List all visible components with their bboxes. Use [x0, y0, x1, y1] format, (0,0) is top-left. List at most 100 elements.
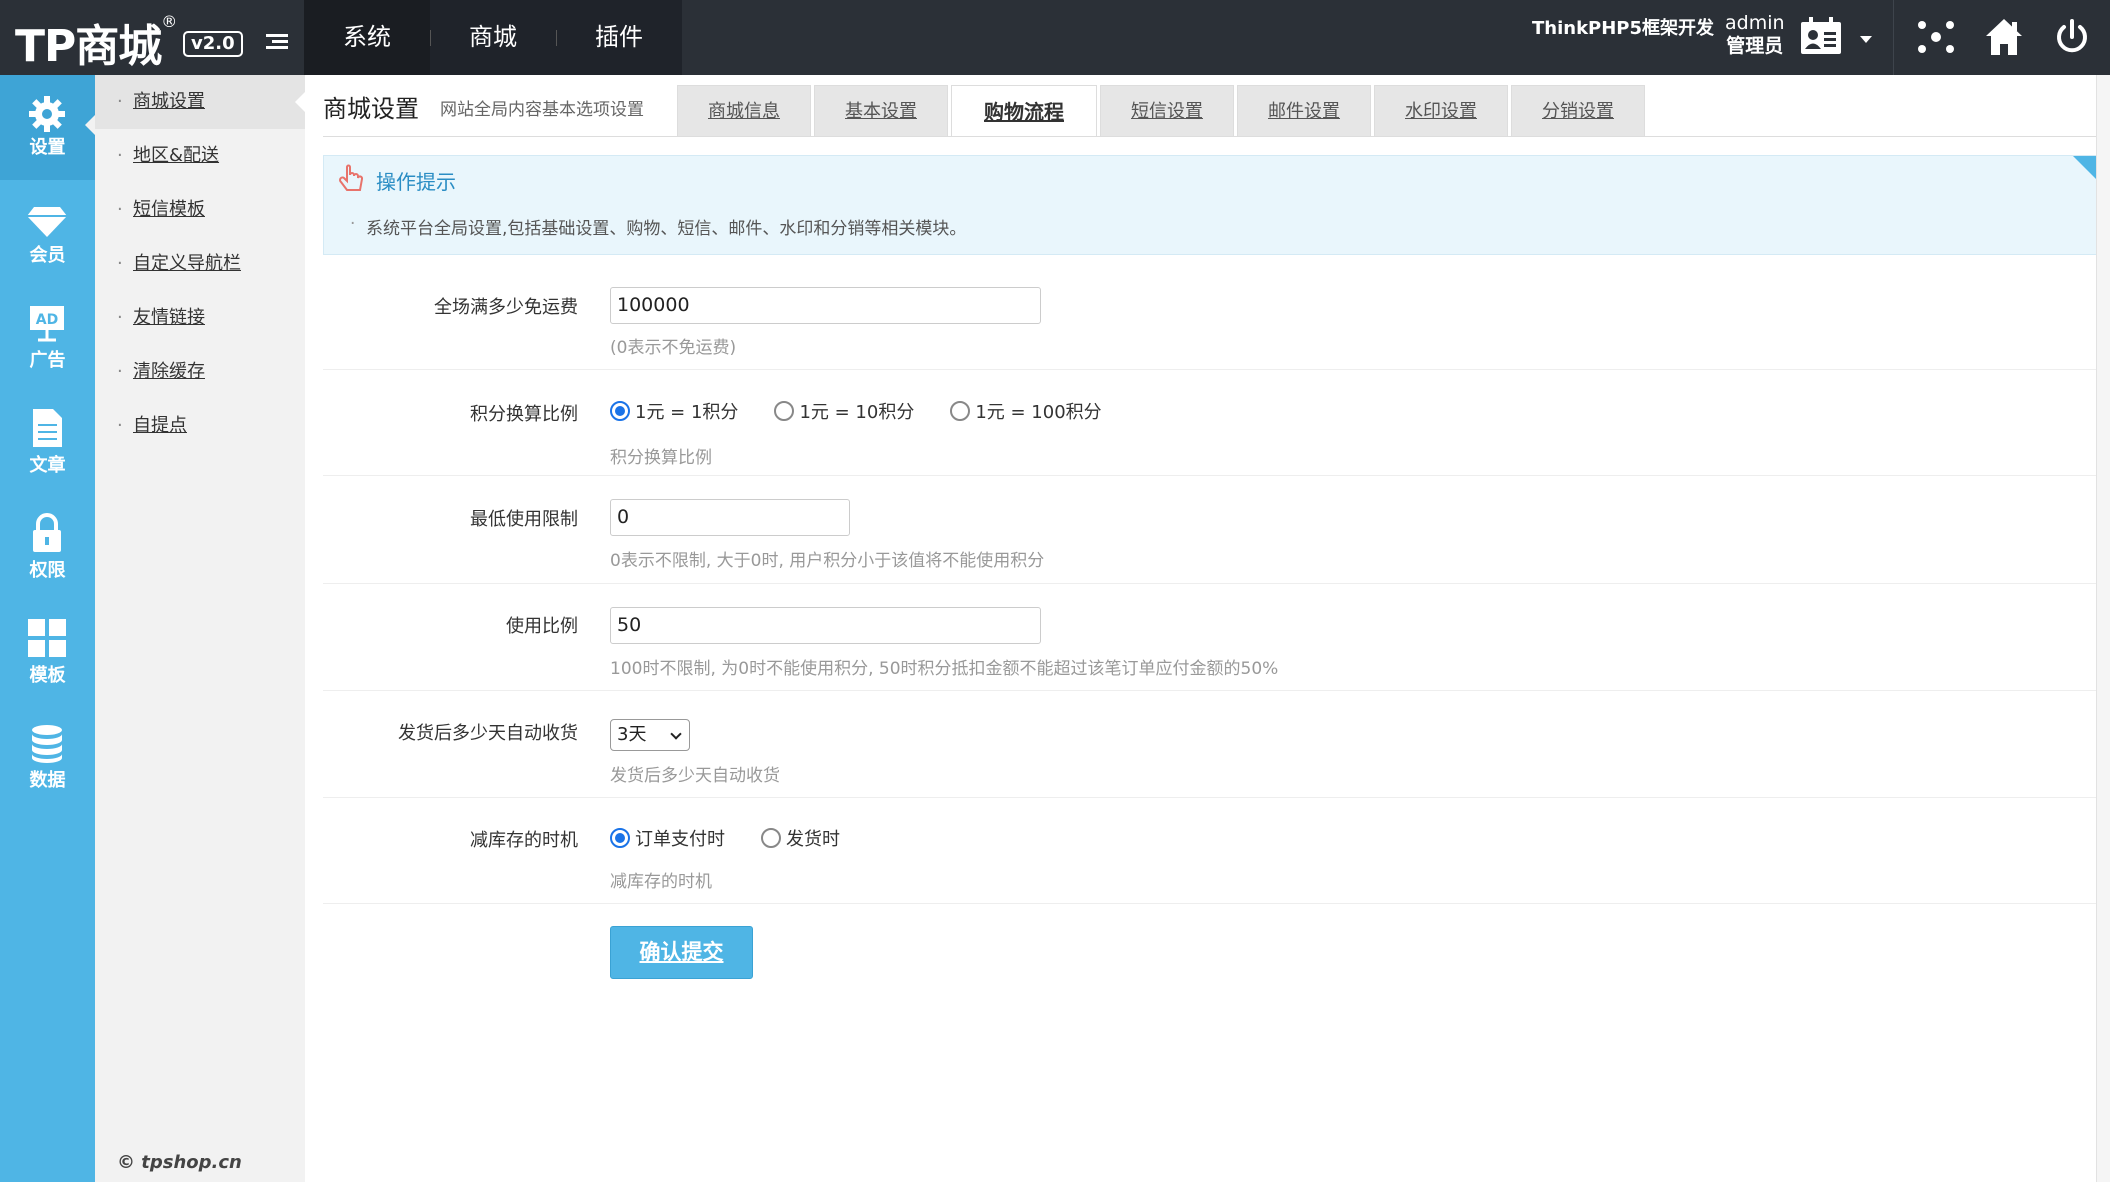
chevron-down-icon[interactable]	[1860, 36, 1872, 43]
submenu-item-pickup-points[interactable]: 自提点	[95, 399, 305, 453]
version-badge: v2.0	[183, 31, 243, 57]
stock-timing-options: 订单支付时 发货时	[610, 825, 876, 851]
points-ratio-label: 积分换算比例	[470, 404, 578, 425]
diamond-icon	[27, 207, 67, 237]
svg-text:AD: AD	[36, 312, 58, 328]
free-shipping-hint: (0表示不免运费)	[610, 338, 737, 358]
sidebar-label: 权限	[29, 560, 66, 581]
sidebar-label: 模板	[29, 665, 66, 686]
id-card-icon[interactable]	[1800, 17, 1842, 55]
auto-receive-value: 3天	[617, 724, 647, 745]
sub-menu: 商城设置 地区&配送 短信模板 自定义导航栏 友情链接 清除缓存 自提点 © t…	[95, 75, 305, 1182]
sidebar-item-members[interactable]: 会员	[0, 197, 95, 297]
hand-pointer-icon	[339, 164, 364, 191]
auto-receive-label: 发货后多少天自动收货	[398, 723, 578, 744]
main-content: 商城设置 网站全局内容基本选项设置 商城信息 基本设置 购物流程 短信设置 邮件…	[305, 75, 2110, 1182]
tab-shop-info[interactable]: 商城信息	[677, 85, 811, 137]
radio-label: 1元 = 100积分	[975, 402, 1102, 423]
sidebar-item-data[interactable]: 数据	[0, 722, 95, 822]
use-ratio-input[interactable]: 50	[610, 607, 1041, 644]
radio-label: 1元 = 10积分	[799, 402, 915, 423]
submenu-item-sms-templates[interactable]: 短信模板	[95, 183, 305, 237]
framework-label: ThinkPHP5框架开发	[1532, 18, 1715, 39]
menu-toggle-icon[interactable]	[266, 34, 288, 50]
sidebar-label: 数据	[29, 770, 66, 791]
points-ratio-option-10[interactable]: 1元 = 10积分	[774, 398, 914, 424]
sidebar-label: 设置	[29, 137, 66, 158]
logo[interactable]: TP商城®	[15, 10, 177, 74]
tab-email-settings[interactable]: 邮件设置	[1237, 85, 1371, 137]
home-icon[interactable]	[1982, 15, 2026, 59]
logo-area: TP商城® v2.0	[0, 0, 304, 75]
radio-icon	[950, 401, 971, 421]
sidebar-item-ads[interactable]: AD 广告	[0, 302, 95, 402]
tips-title: 操作提示	[376, 170, 456, 194]
top-nav-plugins[interactable]: 插件	[556, 0, 682, 75]
settings-tabs: 商城信息 基本设置 购物流程 短信设置 邮件设置 水印设置 分销设置	[677, 85, 1648, 137]
form-row-free-shipping: 全场满多少免运费 100000 (0表示不免运费)	[323, 265, 2100, 370]
form-row-points-ratio: 积分换算比例 1元 = 1积分 1元 = 10积分 1元 = 100积分 积分换…	[323, 370, 2100, 476]
sidebar-label: 文章	[29, 455, 66, 476]
min-use-hint: 0表示不限制, 大于0时, 用户积分小于该值将不能使用积分	[610, 551, 1045, 571]
submenu-item-friend-links[interactable]: 友情链接	[95, 291, 305, 345]
sidebar-item-permissions[interactable]: 权限	[0, 512, 95, 612]
top-nav-system[interactable]: 系统	[304, 0, 430, 75]
use-ratio-hint: 100时不限制, 为0时不能使用积分, 50时积分抵扣金额不能超过该笔订单应付金…	[610, 659, 1279, 679]
submit-button[interactable]: 确认提交	[610, 926, 753, 979]
submenu-item-region-shipping[interactable]: 地区&配送	[95, 129, 305, 183]
submenu-item-clear-cache[interactable]: 清除缓存	[95, 345, 305, 399]
page-subtitle: 网站全局内容基本选项设置	[440, 100, 644, 120]
sidebar-item-settings[interactable]: 设置	[0, 75, 95, 180]
points-ratio-option-1[interactable]: 1元 = 1积分	[610, 398, 738, 424]
sitemap-icon[interactable]	[1914, 15, 1958, 59]
divider	[1893, 0, 1894, 75]
page-title: 商城设置	[323, 95, 419, 123]
form-row-stock-timing: 减库存的时机 订单支付时 发货时 减库存的时机	[323, 798, 2100, 904]
min-use-input[interactable]: 0	[610, 499, 850, 536]
submenu-item-shop-settings[interactable]: 商城设置	[95, 75, 305, 129]
tips-panel: 操作提示 系统平台全局设置,包括基础设置、购物、短信、邮件、水印和分销等相关模块…	[323, 155, 2100, 255]
min-use-label: 最低使用限制	[470, 509, 578, 530]
auto-receive-select[interactable]: 3天	[610, 719, 690, 751]
lock-icon	[33, 513, 61, 552]
copyright: © tpshop.cn	[117, 1152, 242, 1173]
stock-timing-option-shipment[interactable]: 发货时	[761, 825, 840, 851]
user-name: admin	[1725, 12, 1785, 34]
tab-sms-settings[interactable]: 短信设置	[1100, 85, 1234, 137]
document-icon	[33, 409, 62, 447]
user-role: 管理员	[1726, 35, 1784, 57]
auto-receive-hint: 发货后多少天自动收货	[610, 766, 780, 786]
radio-icon	[774, 401, 795, 421]
radio-label: 发货时	[786, 829, 840, 850]
sidebar-item-templates[interactable]: 模板	[0, 617, 95, 717]
free-shipping-input[interactable]: 100000	[610, 287, 1041, 324]
form-row-auto-receive: 发货后多少天自动收货 3天 发货后多少天自动收货	[323, 691, 2100, 798]
stock-timing-label: 减库存的时机	[470, 830, 578, 851]
use-ratio-label: 使用比例	[506, 616, 578, 637]
submenu-item-custom-nav[interactable]: 自定义导航栏	[95, 237, 305, 291]
sidebar-label: 广告	[29, 350, 66, 371]
tab-basic-settings[interactable]: 基本设置	[814, 85, 948, 137]
chevron-down-icon	[670, 728, 682, 740]
form-row-use-ratio: 使用比例 50 100时不限制, 为0时不能使用积分, 50时积分抵扣金额不能超…	[323, 584, 2100, 691]
radio-icon	[610, 401, 630, 421]
radio-label: 订单支付时	[635, 829, 725, 850]
top-nav-shop[interactable]: 商城	[430, 0, 556, 75]
tab-shopping-flow[interactable]: 购物流程	[951, 85, 1097, 137]
sidebar-item-articles[interactable]: 文章	[0, 407, 95, 507]
points-ratio-hint: 积分换算比例	[610, 448, 712, 468]
points-ratio-option-100[interactable]: 1元 = 100积分	[950, 398, 1102, 424]
ad-board-icon: AD	[30, 306, 64, 342]
tab-watermark-settings[interactable]: 水印设置	[1374, 85, 1508, 137]
scrollbar[interactable]	[2096, 75, 2110, 1182]
registered-mark: ®	[161, 12, 177, 32]
stock-timing-option-payment[interactable]: 订单支付时	[610, 825, 725, 851]
grid-icon	[28, 619, 66, 657]
tab-distribution-settings[interactable]: 分销设置	[1511, 85, 1645, 137]
gear-icon	[29, 96, 65, 132]
user-info[interactable]: admin 管理员	[1725, 12, 1785, 58]
radio-icon	[610, 828, 630, 848]
form-row-min-use: 最低使用限制 0 0表示不限制, 大于0时, 用户积分小于该值将不能使用积分	[323, 476, 2100, 584]
tips-text: 系统平台全局设置,包括基础设置、购物、短信、邮件、水印和分销等相关模块。	[350, 214, 966, 239]
power-icon[interactable]	[2050, 15, 2094, 59]
